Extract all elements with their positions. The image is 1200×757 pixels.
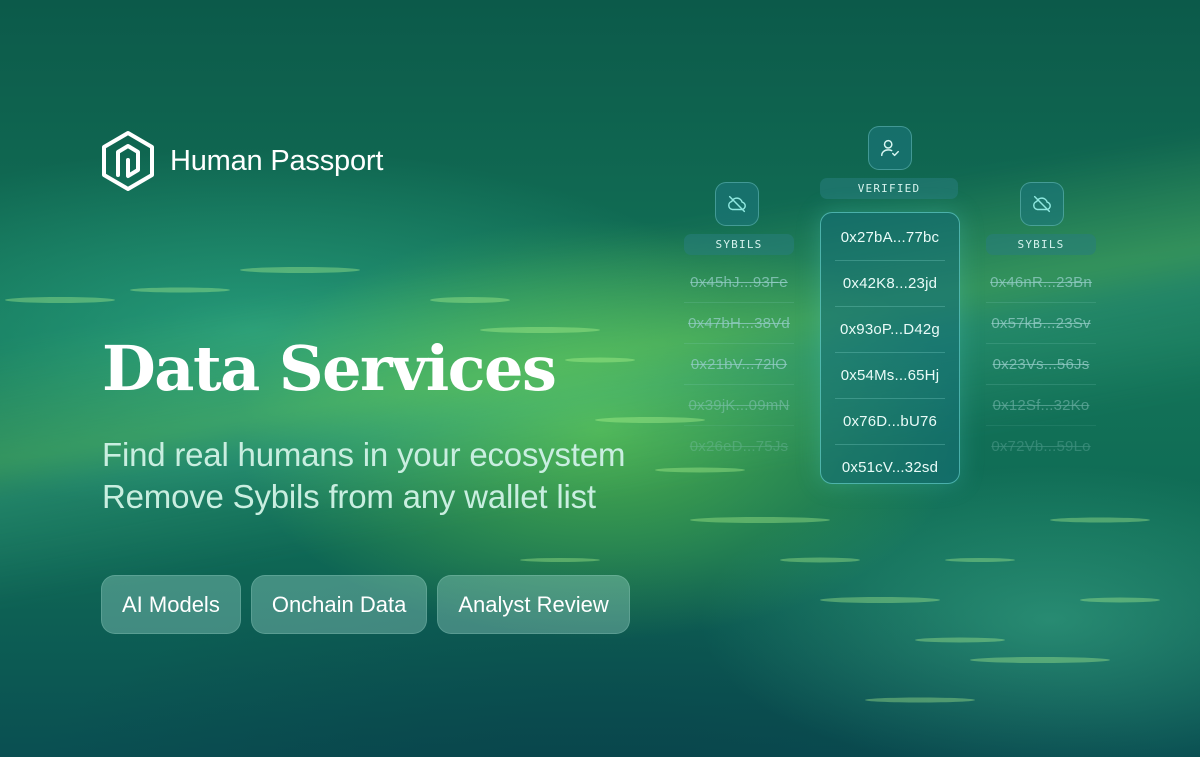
list-item: 0x54Ms...65Hj <box>835 353 945 399</box>
left-sybil-list: 0x45hJ...93Fe 0x47bH...38Vd 0x21bV...72l… <box>684 262 794 466</box>
list-item: 0x51cV...32sd <box>841 459 939 476</box>
brand-logo: Human Passport <box>100 130 383 192</box>
list-item: 0x42K8...23jd <box>835 261 945 307</box>
left-column-label: SYBILS <box>684 234 794 255</box>
cloud-off-icon <box>1033 195 1051 213</box>
list-item: 0x47bH...38Vd <box>684 303 794 344</box>
list-item: 0x12Sf...32Ko <box>986 385 1096 426</box>
right-sybil-list: 0x46nR...23Bn 0x57kB...23Sv 0x23Vs...56J… <box>986 262 1096 466</box>
list-item: 0x93oP...D42g <box>835 307 945 353</box>
list-item: 0x23Vs...56Js <box>986 344 1096 385</box>
list-item: 0x46nR...23Bn <box>986 262 1096 303</box>
list-item: 0x76D...bU76 <box>835 399 945 445</box>
subtitle-line-1: Find real humans in your ecosystem <box>102 436 626 473</box>
hexagon-spiral-icon <box>102 131 154 191</box>
feature-pills: AI Models Onchain Data Analyst Review <box>101 575 630 634</box>
left-cloud-off-icon-box <box>715 182 759 226</box>
right-column-label: SYBILS <box>986 234 1096 255</box>
subtitle-line-2: Remove Sybils from any wallet list <box>102 478 596 515</box>
list-item: 0x45hJ...93Fe <box>684 262 794 303</box>
banner: Human Passport Data Services Find real h… <box>0 0 1200 757</box>
verified-list: 0x27bA...77bc 0x42K8...23jd 0x93oP...D42… <box>821 215 959 490</box>
pill-ai-models: AI Models <box>101 575 241 634</box>
right-cloud-off-icon-box <box>1020 182 1064 226</box>
cloud-off-icon <box>728 195 746 213</box>
list-item: 0x21bV...72lO <box>684 344 794 385</box>
list-item: 0x26eD...75Js <box>689 437 789 455</box>
pill-onchain-data: Onchain Data <box>250 575 428 634</box>
list-item: 0x57kB...23Sv <box>986 303 1096 344</box>
verified-card: 0x27bA...77bc 0x42K8...23jd 0x93oP...D42… <box>820 212 960 484</box>
brand-name: Human Passport <box>170 144 384 177</box>
list-item: 0x27bA...77bc <box>835 215 945 261</box>
page-title: Data Services <box>102 332 557 405</box>
list-item: 0x72Vb...59Lo <box>991 437 1091 455</box>
list-item: 0x39jK...09mN <box>684 385 794 426</box>
user-check-icon <box>881 139 899 157</box>
center-column-label: VERIFIED <box>820 178 958 199</box>
center-user-check-icon-box <box>868 126 912 170</box>
pill-analyst-review: Analyst Review <box>437 575 630 634</box>
